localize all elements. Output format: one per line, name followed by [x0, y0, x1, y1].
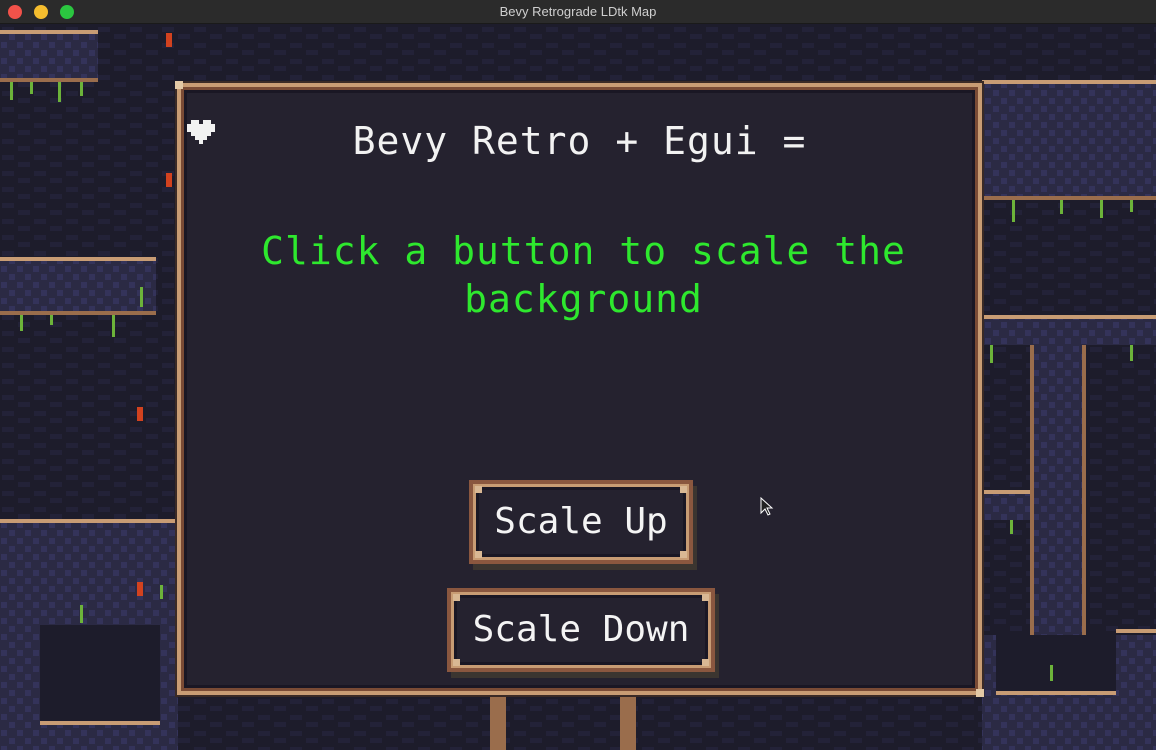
scale-up-button[interactable]: Scale Up	[469, 480, 693, 564]
heart-icon	[187, 120, 215, 144]
button-stud	[702, 659, 709, 666]
button-stud	[475, 486, 482, 493]
window-titlebar: Bevy Retrograde LDtk Map	[0, 0, 1156, 24]
button-stud	[453, 594, 460, 601]
scale-dialog: Bevy Retro + Egui = Click a button to sc…	[175, 81, 984, 697]
button-stud	[680, 551, 687, 558]
button-stud	[680, 486, 687, 493]
scale-down-button[interactable]: Scale Down	[447, 588, 715, 672]
instruction-message: Click a button to scale the background	[261, 229, 906, 321]
game-viewport[interactable]: Bevy Retro + Egui = Click a button to sc…	[0, 25, 1156, 750]
scale-down-label: Scale Down	[472, 609, 690, 650]
button-stud	[475, 551, 482, 558]
button-stud	[702, 594, 709, 601]
scale-up-label: Scale Up	[494, 501, 668, 542]
mouse-cursor-icon	[760, 497, 774, 516]
window-title: Bevy Retrograde LDtk Map	[499, 4, 657, 19]
dialog-heading-text: Bevy Retro + Egui =	[352, 119, 807, 163]
dialog-heading: Bevy Retro + Egui =	[181, 119, 978, 163]
button-stud	[453, 659, 460, 666]
